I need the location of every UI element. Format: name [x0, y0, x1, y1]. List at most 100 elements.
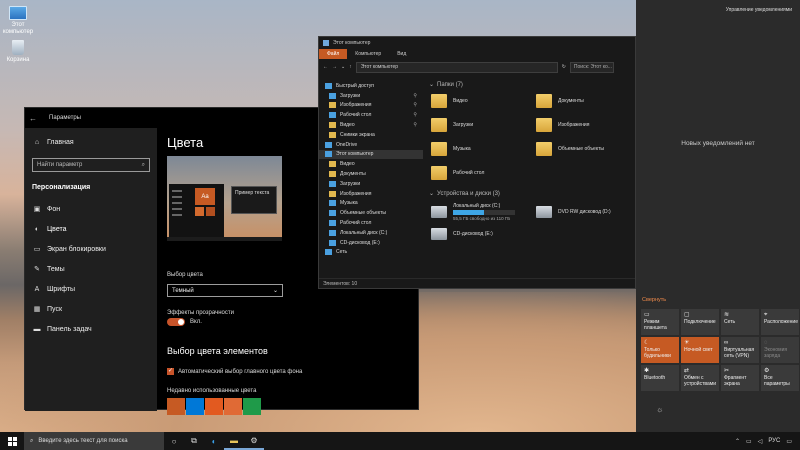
settings-search-input[interactable]: Найти параметр ⌕	[32, 158, 150, 172]
sidebar-item-themes[interactable]: ✎ Темы	[25, 259, 157, 279]
auto-accent-checkbox[interactable]: ✓	[167, 368, 174, 375]
start-icon: ▦	[33, 306, 41, 313]
color-swatch[interactable]	[205, 398, 223, 415]
folder-item[interactable]: Документы	[536, 92, 641, 110]
nav-item[interactable]: Документы	[319, 169, 423, 179]
quick-action-tile[interactable]: ▢ Подключение	[681, 309, 719, 335]
nav-item[interactable]: Рабочий стол	[319, 218, 423, 228]
manage-notifications-link[interactable]: Управление уведомлениями	[726, 7, 792, 13]
nav-item[interactable]: Локальный диск (C:)	[319, 228, 423, 238]
refresh-icon[interactable]: ↻	[562, 64, 566, 70]
folder-icon	[325, 82, 332, 89]
picture-icon: ▣	[33, 206, 41, 213]
nav-item[interactable]: Загрузки	[319, 179, 423, 189]
forward-arrow-icon[interactable]: →	[332, 64, 337, 70]
language-indicator[interactable]: РУС	[768, 438, 780, 444]
start-button[interactable]	[0, 432, 24, 450]
volume-icon[interactable]: ◁	[758, 438, 763, 445]
brightness-icon[interactable]: ☼	[656, 405, 663, 414]
quick-action-tile[interactable]: ☾ Только будильники	[641, 337, 679, 363]
quick-action-tile[interactable]: ◌ Экономия заряда	[761, 337, 799, 363]
task-view-icon[interactable]: ○	[164, 432, 184, 450]
folder-item[interactable]: Рабочий стол	[431, 164, 536, 182]
back-arrow-icon[interactable]: ←	[323, 64, 328, 70]
folder-item[interactable]: Изображения	[536, 116, 641, 134]
nav-item[interactable]: Объемные объекты	[319, 208, 423, 218]
preview-line	[172, 190, 182, 192]
transparency-label: Эффекты прозрачности	[167, 310, 234, 316]
quick-action-tile[interactable]: ✂ Фрагмент экрана	[721, 365, 759, 391]
collapse-link[interactable]: Свернуть	[642, 297, 666, 303]
quick-action-icon: ⌖	[764, 312, 768, 318]
devices-group-header[interactable]: ⌄ Устройства и диски (3)	[429, 190, 635, 198]
sidebar-item-colors[interactable]: ◐ Цвета	[25, 219, 157, 239]
file-explorer-icon[interactable]: ▬	[224, 432, 244, 450]
tab-computer[interactable]: Компьютер	[347, 49, 389, 59]
nav-item[interactable]: Изображения ⚲	[319, 101, 423, 111]
network-icon[interactable]: ▭	[746, 438, 752, 445]
transparency-toggle[interactable]	[167, 318, 185, 326]
chevron-down-icon[interactable]: ⌄	[341, 64, 345, 70]
nav-item-label: Изображения	[340, 190, 372, 197]
nav-item[interactable]: Рабочий стол ⚲	[319, 110, 423, 120]
folder-item[interactable]: Музыка	[431, 140, 536, 158]
desktop-icon-this-pc[interactable]: Этот компьютер	[1, 6, 35, 36]
color-preview: Aa Пример текста	[167, 156, 282, 241]
nav-item[interactable]: Снимки экрана	[319, 130, 423, 140]
nav-item[interactable]: Быстрый доступ	[319, 81, 423, 91]
drive-item[interactable]: CD-дисковод (E:)	[425, 223, 530, 245]
nav-item[interactable]: Этот компьютер	[319, 149, 423, 160]
quick-action-label: Режим планшета	[644, 319, 667, 331]
explorer-search-input[interactable]: Поиск: Этот ко...	[569, 61, 614, 73]
sidebar-item-home[interactable]: ⌂ Главная	[25, 132, 157, 152]
quick-action-icon: ✂	[724, 368, 730, 374]
drive-icon	[536, 206, 552, 218]
choose-color-select[interactable]: Темный ⌄	[167, 284, 283, 297]
tab-view[interactable]: Вид	[389, 49, 414, 59]
edge-browser-icon[interactable]: ◐	[204, 432, 224, 450]
desktop-icon-recycle-bin[interactable]: Корзина	[1, 40, 35, 64]
color-swatch[interactable]	[224, 398, 242, 415]
color-swatch[interactable]	[186, 398, 204, 415]
nav-item[interactable]: Изображения	[319, 189, 423, 199]
notification-icon[interactable]: ▭	[786, 438, 792, 445]
nav-item[interactable]: CD-дисковод (E:)	[319, 238, 423, 248]
nav-item[interactable]: OneDrive	[319, 140, 423, 150]
sidebar-item-background[interactable]: ▣ Фон	[25, 199, 157, 219]
address-bar[interactable]: Этот компьютер	[355, 61, 558, 73]
quick-action-tile[interactable]: ✱ Bluetooth	[641, 365, 679, 391]
quick-action-tile[interactable]: ▭ Режим планшета	[641, 309, 679, 335]
color-swatch[interactable]	[167, 398, 185, 415]
nav-item[interactable]: Загрузки ⚲	[319, 91, 423, 101]
back-arrow-icon[interactable]: ←	[25, 114, 41, 123]
drive-item[interactable]: DVD RW дисковод (D:)	[530, 201, 635, 223]
quick-action-tile[interactable]: ☀ Ночной свет	[681, 337, 719, 363]
sidebar-item-taskbar[interactable]: ▬ Панель задач	[25, 319, 157, 339]
sidebar-item-start[interactable]: ▦ Пуск	[25, 299, 157, 319]
multitasking-icon[interactable]: ⧉	[184, 432, 204, 450]
nav-item[interactable]: Сеть	[319, 248, 423, 258]
nav-item[interactable]: Музыка	[319, 199, 423, 209]
folder-item[interactable]: Объемные объекты	[536, 140, 641, 158]
folder-item[interactable]: Загрузки	[431, 116, 536, 134]
folder-item[interactable]: Видео	[431, 92, 536, 110]
quick-action-tile[interactable]: ⌖ Расположение	[761, 309, 799, 335]
nav-item[interactable]: Видео ⚲	[319, 120, 423, 130]
folders-group-header[interactable]: ⌄ Папки (7)	[429, 81, 635, 89]
nav-item[interactable]: Видео	[319, 159, 423, 169]
color-swatch[interactable]	[243, 398, 261, 415]
up-arrow-icon[interactable]: ↑	[349, 64, 352, 70]
quick-action-tile[interactable]: ⚙ Все параметры	[761, 365, 799, 391]
drive-item[interactable]: Локальный диск (C:) 55,5 ГБ свободно из 1…	[425, 201, 530, 223]
settings-gear-icon[interactable]: ⚙	[244, 432, 264, 450]
sidebar-item-lock-screen[interactable]: ▭ Экран блокировки	[25, 239, 157, 259]
quick-action-tile[interactable]: ≋ Сеть	[721, 309, 759, 335]
drive-usage-bar	[453, 210, 515, 215]
chevron-up-icon[interactable]: ⌃	[735, 438, 740, 445]
taskbar-search-input[interactable]: ⌕ Введите здесь текст для поиска	[24, 432, 164, 450]
quick-action-tile[interactable]: ⇄ Обмен с устройствами	[681, 365, 719, 391]
sidebar-item-fonts[interactable]: A Шрифты	[25, 279, 157, 299]
quick-action-tile[interactable]: ∞ Виртуальная сеть (VPN)	[721, 337, 759, 363]
status-bar: Элементов: 10	[319, 278, 635, 288]
tab-file[interactable]: Файл	[319, 49, 348, 59]
